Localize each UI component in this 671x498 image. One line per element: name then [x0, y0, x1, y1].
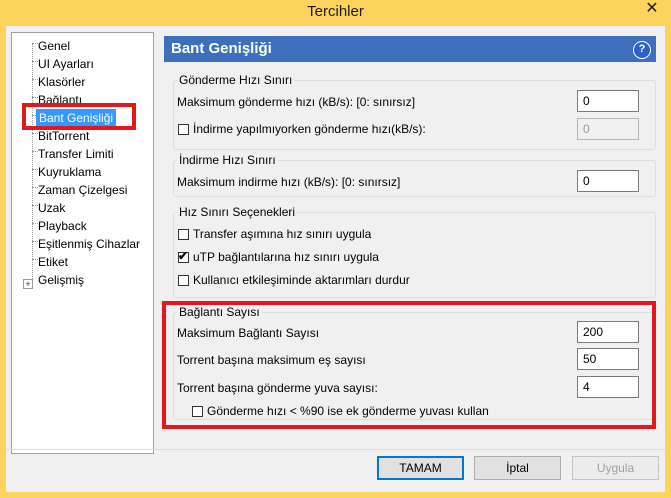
max-upload-label: Maksimum gönderme hızı (kB/s): [0: sınır… — [177, 95, 416, 109]
max-download-label: Maksimum indirme hızı (kB/s): [0: sınırs… — [177, 175, 401, 189]
sidebar-item-paired-devices[interactable]: Eşitlenmiş Cihazlar — [38, 235, 140, 253]
sidebar-item-general[interactable]: Genel — [38, 37, 70, 55]
sidebar-item-label[interactable]: Etiket — [38, 253, 68, 271]
sidebar-item-advanced[interactable]: Gelişmiş — [38, 271, 84, 289]
checkmark-icon: ✔ — [178, 249, 189, 263]
upload-limit-group: Gönderme Hızı Sınırı Maksimum gönderme h… — [173, 73, 656, 150]
rate-options-group: Hız Sınırı Seçenekleri Transfer aşımına … — [173, 205, 656, 298]
alt-upload-label: İndirme yapılmıyorken gönderme hızı(kB/s… — [193, 122, 426, 136]
sidebar-item-queueing[interactable]: Kuyruklama — [38, 163, 101, 181]
panel-header: Bant Genişliği ? — [164, 36, 656, 62]
title-bar: Tercihler ✕ — [0, 0, 671, 26]
alt-upload-input: 0 — [577, 118, 639, 140]
utp-limit-label: uTP bağlantılarına hız sınırı uygula — [193, 250, 379, 264]
sidebar-item-remote[interactable]: Uzak — [38, 199, 65, 217]
alt-upload-checkbox[interactable] — [178, 124, 189, 135]
sidebar-tree: Genel UI Ayarları Klasörler Bağlantı Ban… — [11, 32, 154, 454]
close-icon[interactable]: ✕ — [637, 0, 667, 20]
upload-limit-legend: Gönderme Hızı Sınırı — [177, 73, 295, 87]
rate-options-legend: Hız Sınırı Seçenekleri — [177, 205, 298, 219]
utp-limit-checkbox[interactable]: ✔ — [178, 249, 189, 263]
pause-on-activity-label: Kullanıcı etkileşiminde aktarımları durd… — [193, 273, 410, 287]
divider — [6, 449, 665, 450]
sidebar-item-playback[interactable]: Playback — [38, 217, 87, 235]
help-icon[interactable]: ? — [633, 41, 651, 59]
max-download-input[interactable]: 0 — [577, 170, 639, 192]
max-upload-input[interactable]: 0 — [577, 90, 639, 112]
panel-title: Bant Genişliği — [171, 40, 272, 57]
highlight-box-connections — [162, 301, 656, 429]
sidebar-item-ui-settings[interactable]: UI Ayarları — [38, 55, 94, 73]
sidebar-item-folders[interactable]: Klasörler — [38, 73, 85, 91]
sidebar-item-scheduler[interactable]: Zaman Çizelgesi — [38, 181, 127, 199]
ok-button[interactable]: TAMAM — [377, 456, 464, 480]
transfer-overhead-checkbox[interactable] — [178, 229, 189, 240]
apply-button: Uygula — [572, 456, 659, 480]
pause-on-activity-checkbox[interactable] — [178, 275, 189, 286]
preferences-window: Tercihler ✕ Genel UI Ayarları Klasörler … — [0, 0, 671, 498]
window-title: Tercihler — [307, 3, 364, 20]
cancel-button[interactable]: İptal — [474, 456, 561, 480]
highlight-box-sidebar — [22, 103, 136, 130]
transfer-overhead-label: Transfer aşımına hız sınırı uygula — [193, 227, 372, 241]
sidebar-item-transfer-limit[interactable]: Transfer Limiti — [38, 145, 114, 163]
download-limit-legend: İndirme Hızı Sınırı — [177, 153, 278, 167]
expand-plus-icon[interactable]: + — [23, 279, 33, 289]
download-limit-group: İndirme Hızı Sınırı Maksimum indirme hız… — [173, 153, 656, 197]
